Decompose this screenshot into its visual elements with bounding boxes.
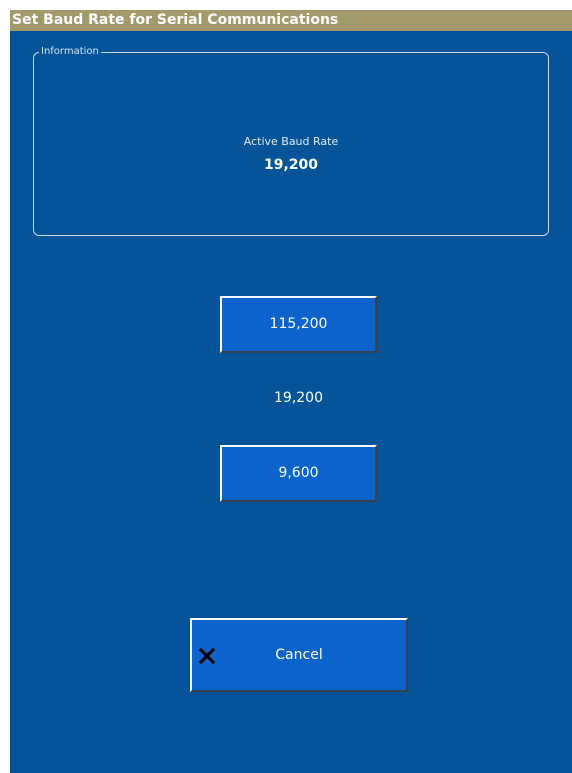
- information-legend: Information: [39, 45, 101, 59]
- current-baud-rate: 19,200: [274, 390, 323, 406]
- cancel-label: Cancel: [275, 647, 323, 663]
- baud-rate-screen: Set Baud Rate for Serial Communications …: [10, 10, 572, 773]
- cancel-button[interactable]: Cancel: [190, 618, 408, 692]
- window-title: Set Baud Rate for Serial Communications: [10, 10, 572, 31]
- active-baud-rate-value: 19,200: [263, 157, 319, 173]
- close-x-icon: [198, 647, 216, 665]
- active-baud-rate-label: Active Baud Rate: [243, 135, 339, 148]
- baud-9600-button[interactable]: 9,600: [220, 445, 377, 502]
- information-panel: Information Active Baud Rate 19,200: [33, 45, 549, 236]
- baud-115200-button[interactable]: 115,200: [220, 296, 377, 353]
